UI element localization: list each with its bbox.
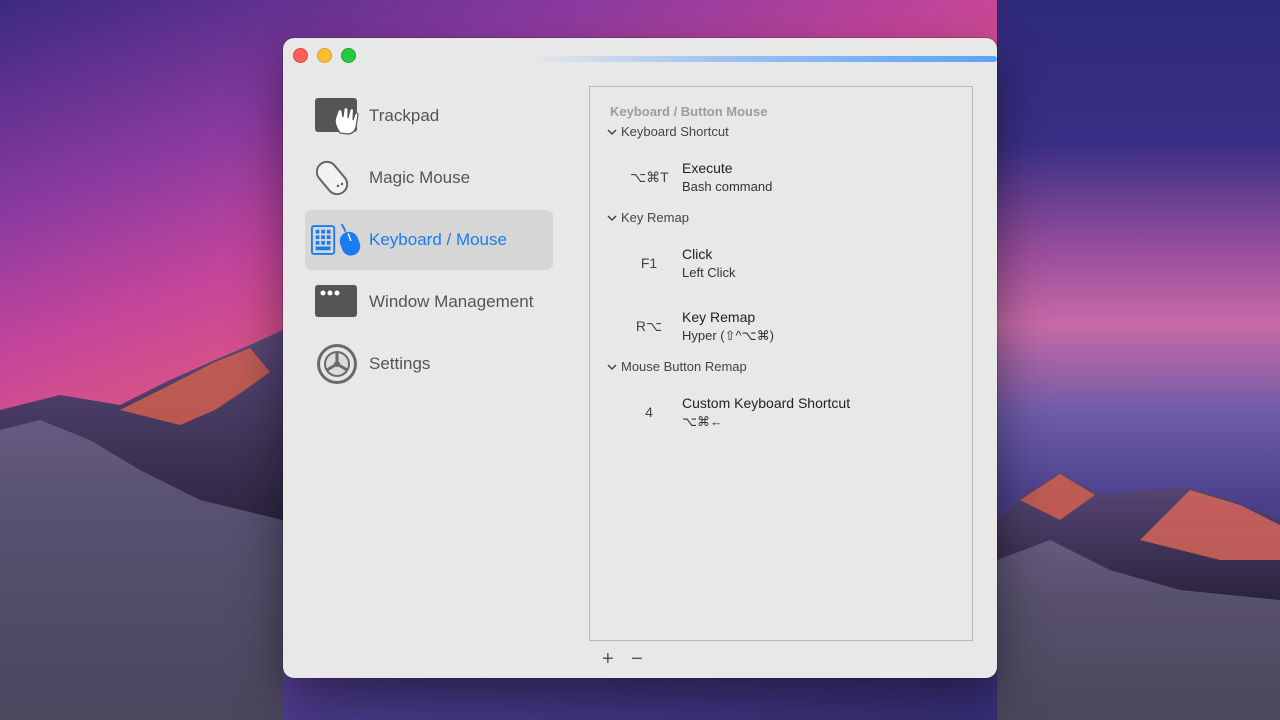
chevron-down-icon xyxy=(607,363,617,370)
panel-header: Keyboard / Button Mouse xyxy=(610,104,768,119)
gear-icon xyxy=(311,342,363,386)
app-window: Trackpad Magic Mouse Keyboard / Mouse Wi… xyxy=(283,38,997,678)
shortcut-key: R⌥ xyxy=(635,318,663,334)
magic-mouse-icon xyxy=(311,156,363,200)
keyboard-mouse-icon xyxy=(311,218,363,262)
add-button[interactable]: + xyxy=(602,649,614,669)
sidebar-item-magic-mouse[interactable]: Magic Mouse xyxy=(305,148,553,208)
title-glow-decoration xyxy=(527,56,997,62)
shortcut-entry[interactable]: ⌥⌘T Execute Bash command xyxy=(590,157,970,197)
shortcut-subtitle: ⌥⌘← xyxy=(682,414,723,429)
shortcut-title: Custom Keyboard Shortcut xyxy=(682,395,851,411)
sidebar-item-label: Trackpad xyxy=(369,106,440,125)
sidebar-item-settings[interactable]: Settings xyxy=(305,334,553,394)
window-icon xyxy=(311,280,363,324)
shortcut-key: F1 xyxy=(640,255,658,271)
shortcut-entry[interactable]: 4 Custom Keyboard Shortcut ⌥⌘← xyxy=(590,392,970,432)
group-label: Keyboard Shortcut xyxy=(621,124,729,139)
sidebar-item-keyboard-mouse[interactable]: Keyboard / Mouse xyxy=(305,210,553,270)
shortcut-title: Execute xyxy=(682,160,733,176)
shortcut-key: 4 xyxy=(645,404,653,420)
sidebar: Trackpad Magic Mouse Keyboard / Mouse Wi… xyxy=(305,86,553,396)
sidebar-item-trackpad[interactable]: Trackpad xyxy=(305,86,553,146)
shortcut-subtitle: Bash command xyxy=(682,179,773,194)
group-label: Key Remap xyxy=(621,210,689,225)
wallpaper-right xyxy=(997,0,1280,720)
group-keyboard-shortcut[interactable]: Keyboard Shortcut xyxy=(606,124,729,139)
shortcut-subtitle: Left Click xyxy=(682,265,736,280)
maximize-button[interactable] xyxy=(341,48,356,63)
group-key-remap[interactable]: Key Remap xyxy=(606,210,689,225)
group-label: Mouse Button Remap xyxy=(621,359,747,374)
shortcut-subtitle: Hyper (⇧^⌥⌘) xyxy=(682,328,774,343)
sidebar-item-label: Magic Mouse xyxy=(369,168,471,187)
remove-button[interactable]: − xyxy=(631,649,643,669)
shortcut-entry[interactable]: R⌥ Key Remap Hyper (⇧^⌥⌘) xyxy=(590,306,970,346)
trackpad-icon xyxy=(311,94,363,138)
shortcut-title: Key Remap xyxy=(682,309,756,325)
title-bar xyxy=(283,38,997,72)
sidebar-item-label: Keyboard / Mouse xyxy=(369,230,507,249)
sidebar-item-label: Settings xyxy=(369,354,431,373)
sidebar-item-label: Window Management xyxy=(369,292,534,311)
group-mouse-button-remap[interactable]: Mouse Button Remap xyxy=(606,359,747,374)
shortcut-entry[interactable]: F1 Click Left Click xyxy=(590,243,970,283)
shortcut-key: ⌥⌘T xyxy=(630,169,669,185)
chevron-down-icon xyxy=(607,128,617,135)
close-button[interactable] xyxy=(293,48,308,63)
minimize-button[interactable] xyxy=(317,48,332,63)
sidebar-item-window-management[interactable]: Window Management xyxy=(305,272,553,332)
chevron-down-icon xyxy=(607,214,617,221)
shortcut-title: Click xyxy=(682,246,713,262)
shortcuts-panel: Keyboard / Button Mouse Keyboard Shortcu… xyxy=(589,86,973,641)
